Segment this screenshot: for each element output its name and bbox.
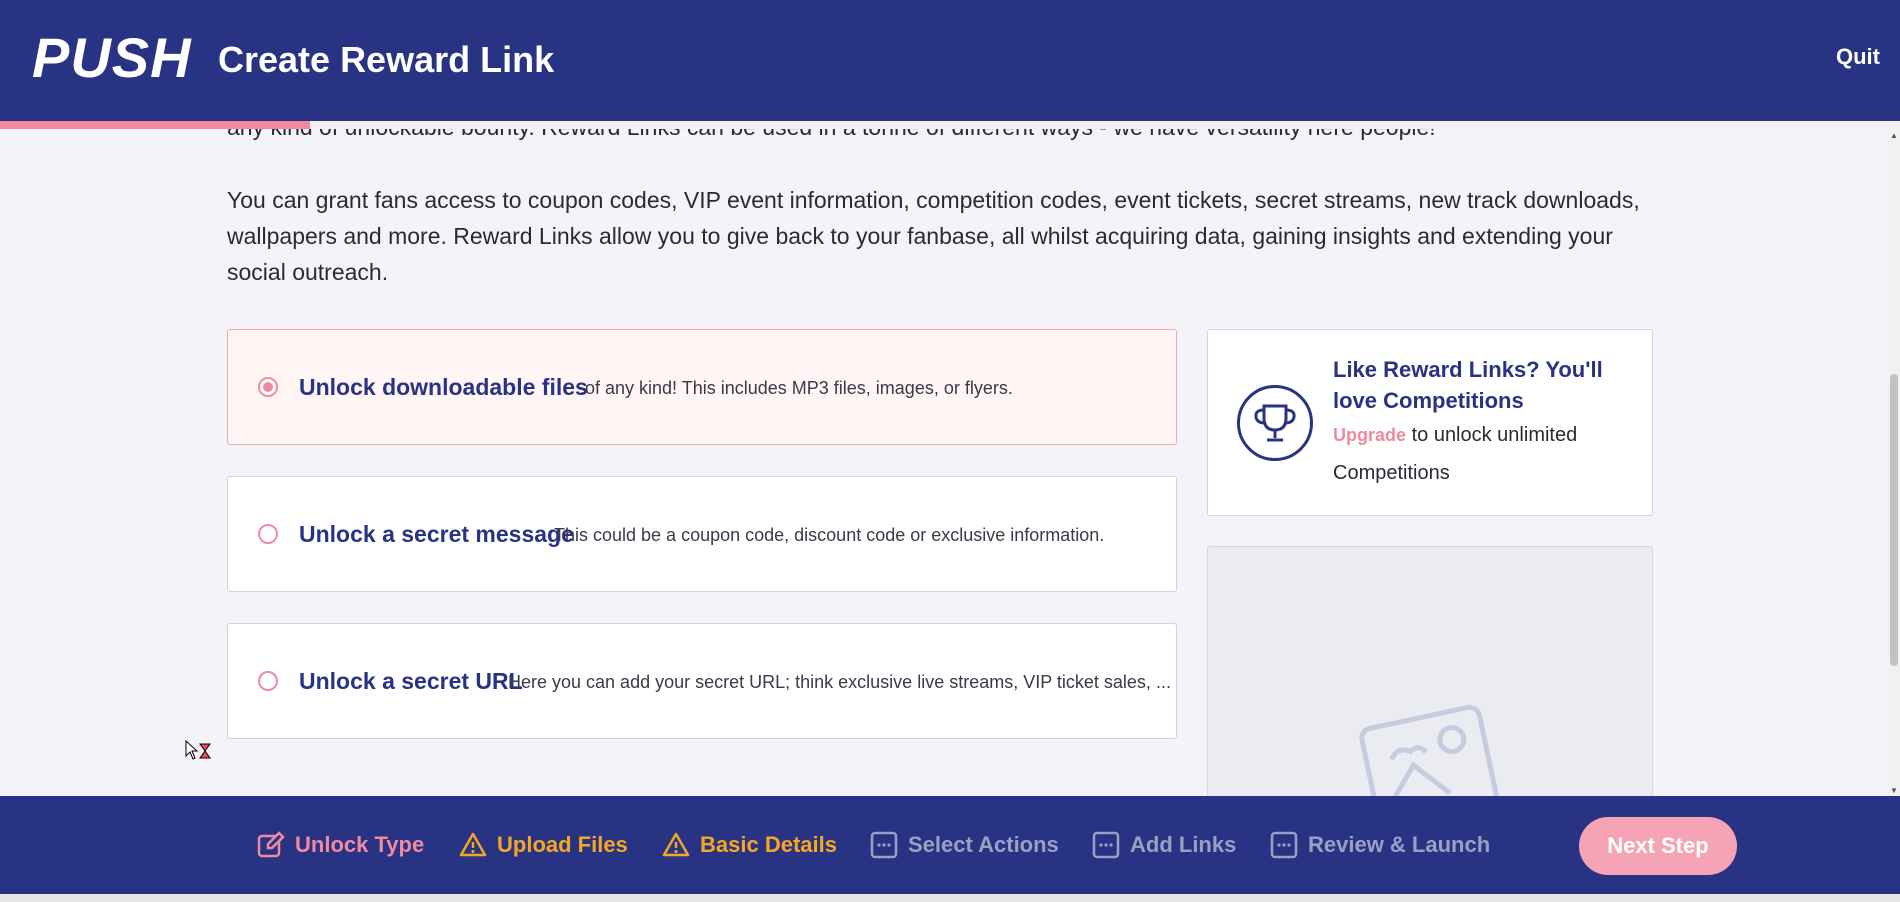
warning-icon: [662, 832, 690, 857]
radio-button-selected[interactable]: [258, 377, 278, 397]
option-unlock-downloadable-files[interactable]: Unlock downloadable files ...of any kind…: [227, 329, 1177, 445]
trophy-icon: [1237, 385, 1313, 461]
scroll-down-arrow[interactable]: ▼: [1890, 786, 1898, 795]
edit-icon: [257, 831, 285, 858]
step-add-links[interactable]: Add Links: [1092, 830, 1236, 860]
busy-cursor-icon: [185, 740, 211, 760]
option-unlock-secret-message[interactable]: Unlock a secret message This could be a …: [227, 476, 1177, 592]
bottom-strip: [0, 894, 1900, 902]
promo-title: Like Reward Links? You'll love Competiti…: [1333, 357, 1603, 413]
step-label: Add Links: [1130, 832, 1237, 857]
main-content: any kind of unlockable bounty. Reward Li…: [0, 129, 1888, 796]
radio-button[interactable]: [258, 671, 278, 691]
step-label: Basic Details: [700, 832, 837, 857]
step-label: Upload Files: [497, 832, 628, 857]
step-unlock-type[interactable]: Unlock Type: [257, 830, 424, 860]
image-icon: [1359, 704, 1499, 796]
radio-button[interactable]: [258, 524, 278, 544]
option-description: This could be a coupon code, discount co…: [554, 525, 1105, 545]
promo-text: Upgrade to unlock unlimited Competitions: [1333, 416, 1633, 492]
competitions-promo-card: Like Reward Links? You'll love Competiti…: [1207, 329, 1653, 516]
scroll-up-arrow[interactable]: ▲: [1890, 131, 1898, 140]
dots-box-icon: [1270, 831, 1298, 859]
scroll-thumb[interactable]: [1890, 374, 1898, 666]
step-upload-files[interactable]: Upload Files: [459, 830, 628, 860]
bottom-step-bar: Unlock Type Upload Files Basic Details S…: [0, 796, 1900, 894]
option-title: Unlock downloadable files: [299, 374, 588, 400]
quit-button[interactable]: Quit: [1836, 44, 1880, 70]
page-scrollbar[interactable]: ▲ ▼: [1888, 129, 1900, 796]
dots-box-icon: [1092, 831, 1120, 859]
step-select-actions[interactable]: Select Actions: [870, 830, 1059, 860]
top-header: PUSH Create Reward Link Quit: [0, 0, 1900, 121]
step-basic-details[interactable]: Basic Details: [662, 830, 837, 860]
dots-box-icon: [870, 831, 898, 859]
image-placeholder: [1207, 546, 1653, 796]
step-review-launch[interactable]: Review & Launch: [1270, 830, 1490, 860]
option-unlock-secret-url[interactable]: Unlock a secret URL Here you can add you…: [227, 623, 1177, 739]
upgrade-link[interactable]: Upgrade: [1333, 425, 1406, 445]
option-description: Here you can add your secret URL; think …: [508, 672, 1171, 692]
step-label: Review & Launch: [1308, 832, 1491, 857]
option-title: Unlock a secret message: [299, 521, 574, 547]
push-logo[interactable]: PUSH: [32, 26, 192, 90]
step-label: Unlock Type: [295, 832, 425, 857]
step-label: Select Actions: [908, 832, 1059, 857]
progress-bar-fill: [0, 121, 310, 129]
page-title: Create Reward Link: [218, 39, 555, 80]
intro-text-cut: any kind of unlockable bounty. Reward Li…: [227, 129, 1647, 145]
intro-paragraph: You can grant fans access to coupon code…: [227, 187, 1640, 285]
warning-icon: [459, 832, 487, 857]
option-title: Unlock a secret URL: [299, 668, 523, 694]
option-description: ...of any kind! This includes MP3 files,…: [570, 378, 1013, 398]
next-step-button[interactable]: Next Step: [1579, 817, 1737, 875]
